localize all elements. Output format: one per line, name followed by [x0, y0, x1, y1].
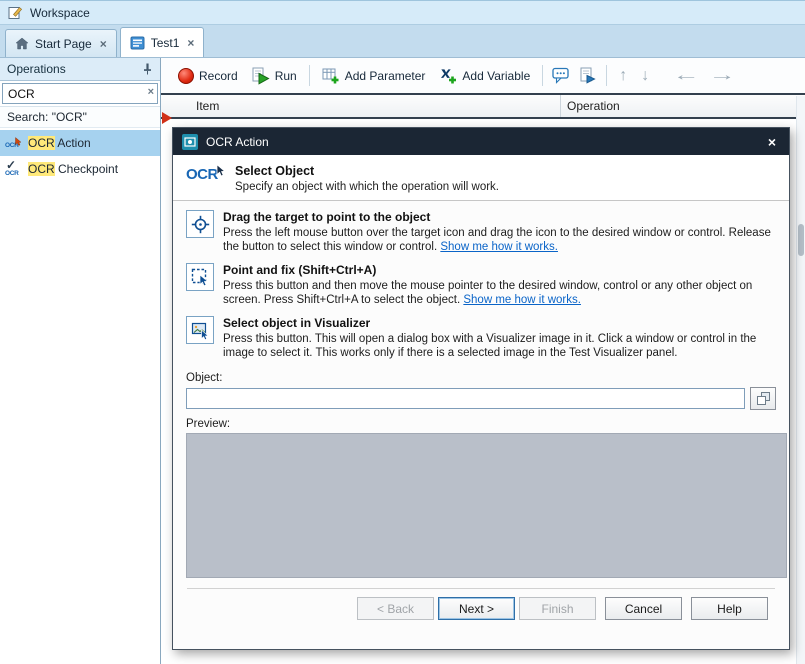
- option-title: Point and fix (Shift+Ctrl+A): [223, 263, 779, 277]
- column-header-operation: Operation: [561, 95, 805, 117]
- scrollbar-thumb[interactable]: [798, 224, 804, 256]
- back-button[interactable]: < Back: [357, 597, 434, 620]
- show-me-how-link[interactable]: Show me how it works.: [463, 294, 581, 306]
- run-button[interactable]: Run: [245, 63, 304, 89]
- dialog-close-icon[interactable]: ×: [764, 134, 780, 150]
- dialog-titlebar-icon: [182, 134, 198, 150]
- tree-item-ocr-action[interactable]: OCR OCR Action: [0, 130, 160, 156]
- tree-item-label: OCR Checkpoint: [28, 162, 118, 176]
- option-title: Drag the target to point to the object: [223, 210, 779, 224]
- option-description: Press the left mouse button over the tar…: [223, 226, 779, 254]
- navigate-forward-button[interactable]: →: [692, 65, 753, 87]
- add-parameter-button[interactable]: Add Parameter: [315, 63, 433, 89]
- vertical-scrollbar[interactable]: [796, 96, 805, 664]
- document-tabstrip: Start Page × Test1 ×: [0, 25, 805, 58]
- dialog-header-text: Select Object Specify an object with whi…: [235, 164, 499, 193]
- dialog-body: Drag the target to point to the object P…: [173, 210, 789, 620]
- add-parameter-icon: [322, 67, 340, 85]
- option-point-and-fix: Point and fix (Shift+Ctrl+A) Press this …: [186, 263, 776, 307]
- search-input[interactable]: [2, 83, 158, 104]
- comment-icon[interactable]: [548, 63, 575, 88]
- operations-panel-header: Operations: [0, 58, 160, 81]
- preview-panel: [186, 433, 787, 578]
- wizard-step-title: Select Object: [235, 164, 499, 178]
- current-row-marker: [162, 112, 172, 124]
- toolbar-separator: [542, 65, 543, 86]
- option-text: Select object in Visualizer Press this b…: [223, 316, 779, 360]
- add-variable-button[interactable]: Add Variable: [432, 63, 537, 89]
- dialog-titlebar: OCR Action ×: [173, 128, 789, 155]
- tab-label-start-page: Start Page: [35, 37, 92, 51]
- option-description: Press this button. This will open a dial…: [223, 332, 779, 360]
- visualizer-icon[interactable]: [186, 316, 214, 344]
- operations-search-row: ×: [0, 81, 160, 107]
- object-row: [186, 387, 776, 410]
- run-icon: [252, 67, 270, 85]
- clear-search-icon[interactable]: ×: [148, 86, 154, 98]
- keyword-test-icon: [130, 36, 145, 50]
- preview-label: Preview:: [186, 418, 776, 430]
- point-and-fix-icon[interactable]: [186, 263, 214, 291]
- search-caption: Search: "OCR": [0, 107, 160, 128]
- dialog-title: OCR Action: [206, 135, 269, 149]
- workspace-icon: [8, 5, 23, 20]
- app-window: Workspace Start Page × Test1 ×: [0, 0, 805, 664]
- tab-label-test1: Test1: [151, 36, 180, 50]
- editor-toolbar: Record Run: [161, 58, 805, 93]
- tab-start-page[interactable]: Start Page ×: [5, 29, 117, 57]
- option-text: Point and fix (Shift+Ctrl+A) Press this …: [223, 263, 779, 307]
- move-down-button[interactable]: ↓: [634, 65, 656, 87]
- option-description: Press this button and then move the mous…: [223, 279, 779, 307]
- tab-close-icon[interactable]: ×: [187, 36, 194, 50]
- object-picker-button[interactable]: [750, 387, 776, 410]
- column-header-item: Item: [161, 95, 561, 117]
- option-drag-target: Drag the target to point to the object P…: [186, 210, 776, 254]
- document-arrow-icon[interactable]: [575, 63, 601, 88]
- tree-item-label: OCR Action: [28, 136, 91, 150]
- home-icon: [15, 37, 29, 50]
- dialog-header: OCR Select Object Specify an object with…: [173, 155, 789, 201]
- add-variable-icon: [439, 67, 457, 85]
- operations-panel-title: Operations: [7, 62, 66, 76]
- window-titlebar: Workspace: [0, 0, 805, 25]
- ocr-action-icon: OCR: [5, 135, 22, 151]
- ocr-action-dialog: OCR Action × OCR Select Object Specify a…: [172, 127, 790, 650]
- cursor-icon: [15, 135, 22, 149]
- finish-button[interactable]: Finish: [519, 597, 596, 620]
- record-icon: [178, 68, 194, 84]
- move-up-button[interactable]: ↑: [612, 65, 634, 87]
- ocr-logo-icon: OCR: [186, 166, 224, 190]
- tree-item-ocr-checkpoint[interactable]: ✓ OCR OCR Checkpoint: [0, 156, 160, 182]
- show-me-how-link[interactable]: Show me how it works.: [440, 241, 558, 253]
- ocr-checkpoint-icon: ✓ OCR: [5, 161, 22, 177]
- help-button[interactable]: Help: [691, 597, 768, 620]
- object-label: Object:: [186, 372, 776, 384]
- tab-test1[interactable]: Test1 ×: [120, 27, 205, 57]
- operations-tree: OCR OCR Action ✓ OCR OCR Checkpoint: [0, 128, 160, 182]
- pin-icon[interactable]: [142, 63, 153, 75]
- window-title: Workspace: [30, 6, 90, 20]
- option-select-in-visualizer: Select object in Visualizer Press this b…: [186, 316, 776, 360]
- tab-close-icon[interactable]: ×: [100, 37, 107, 51]
- test-grid-header: Item Operation: [161, 95, 805, 119]
- cursor-icon: [216, 164, 226, 180]
- cancel-button[interactable]: Cancel: [605, 597, 682, 620]
- option-title: Select object in Visualizer: [223, 316, 779, 330]
- drag-target-icon[interactable]: [186, 210, 214, 238]
- object-input[interactable]: [186, 388, 745, 409]
- wizard-step-subtitle: Specify an object with which the operati…: [235, 181, 499, 193]
- toolbar-separator: [309, 65, 310, 86]
- wizard-buttons: < Back Next > Finish Cancel Help: [186, 589, 776, 620]
- option-text: Drag the target to point to the object P…: [223, 210, 779, 254]
- next-button[interactable]: Next >: [438, 597, 515, 620]
- operations-panel: Operations × Search: "OCR" OCR: [0, 58, 161, 664]
- record-button[interactable]: Record: [171, 64, 245, 88]
- toolbar-separator: [606, 65, 607, 86]
